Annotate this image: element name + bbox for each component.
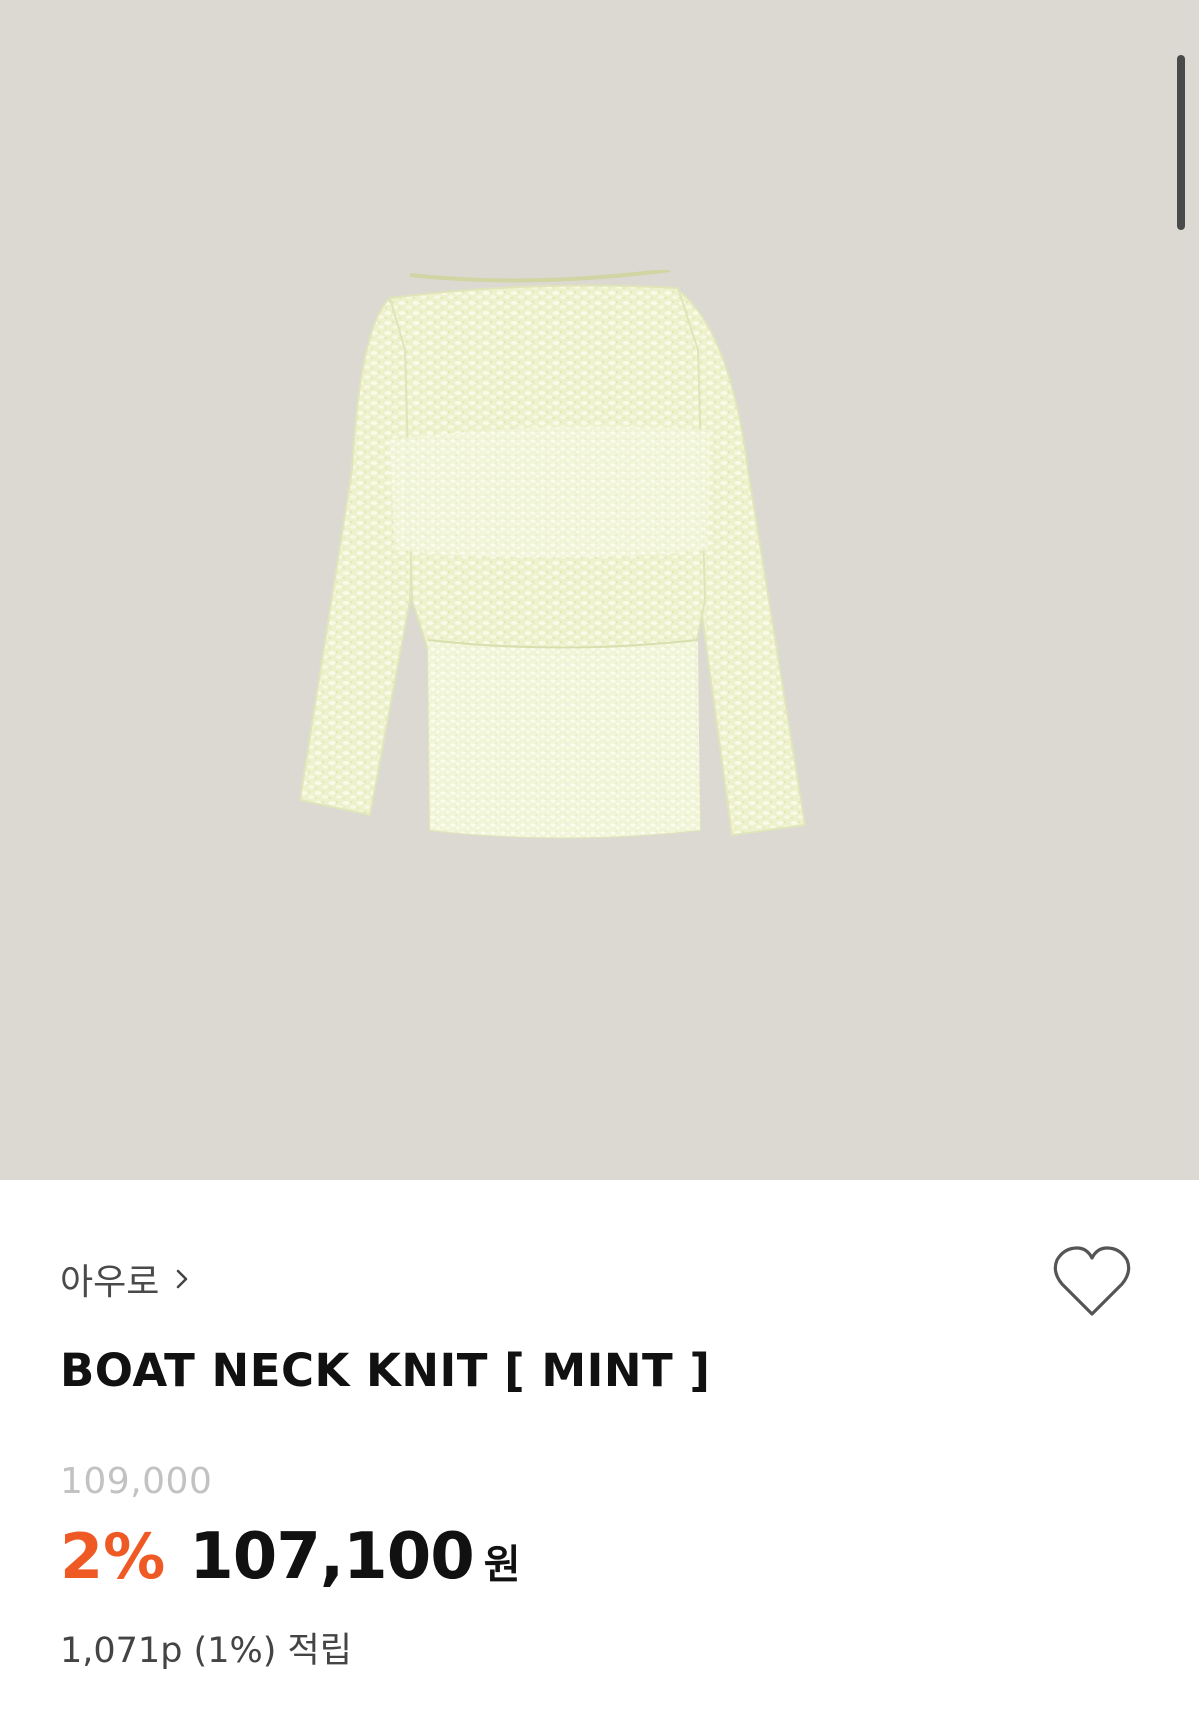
reward-points: 1,071p (1%) 적립: [60, 1631, 352, 1671]
product-title: BOAT NECK KNIT [ MINT ]: [60, 1344, 711, 1397]
original-price: 109,000: [60, 1461, 213, 1502]
knit-sweater-image: [300, 270, 807, 839]
discount-rate: 2%: [60, 1520, 166, 1593]
scrollbar[interactable]: [1177, 55, 1185, 230]
currency-unit: 원: [483, 1542, 521, 1588]
product-detail-page: 아우로 BOAT NECK KNIT [ MINT ] 109,000 2% 1…: [0, 0, 1199, 1713]
price-row: 2% 107,100 원: [60, 1520, 521, 1594]
brand-name: 아우로: [60, 1262, 160, 1303]
brand-link[interactable]: 아우로: [60, 1254, 193, 1304]
heart-outline-icon[interactable]: [1052, 1244, 1132, 1322]
sale-price: 107,100: [189, 1520, 474, 1594]
chevron-right-icon: [177, 1269, 188, 1289]
product-image[interactable]: [0, 0, 1199, 1180]
